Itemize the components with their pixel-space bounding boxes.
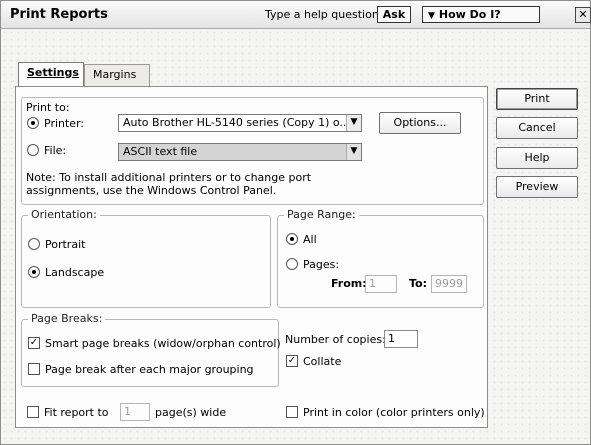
printer-radio[interactable] bbox=[27, 117, 39, 129]
tab-settings[interactable]: Settings bbox=[18, 62, 84, 86]
all-pages-radio[interactable] bbox=[286, 233, 298, 245]
help-question-label: Type a help question bbox=[265, 8, 379, 21]
to-page-input[interactable]: 9999 bbox=[431, 275, 467, 293]
major-grouping-break-checkbox[interactable] bbox=[28, 363, 40, 375]
landscape-radio[interactable] bbox=[28, 266, 40, 278]
to-label: To: bbox=[409, 277, 427, 290]
smart-page-breaks-label: Smart page breaks (widow/orphan control) bbox=[45, 337, 281, 350]
print-to-group: Print to: Printer: Auto Brother HL-5140 … bbox=[21, 97, 484, 205]
window-title: Print Reports bbox=[10, 7, 108, 22]
page-breaks-label: Page Breaks: bbox=[28, 312, 106, 325]
triangle-down-icon: ▼ bbox=[428, 11, 435, 21]
options-button[interactable]: Options... bbox=[379, 112, 461, 134]
checkmark-icon: ✓ bbox=[29, 337, 39, 348]
collate-label: Collate bbox=[303, 355, 342, 368]
ask-button[interactable]: Ask bbox=[377, 6, 411, 23]
tab-margins-label: Margins bbox=[93, 68, 137, 81]
pages-label: Pages: bbox=[303, 258, 340, 271]
checkmark-icon: ✓ bbox=[287, 355, 297, 366]
chevron-down-icon: ▼ bbox=[346, 115, 361, 131]
chevron-down-icon: ▼ bbox=[346, 144, 361, 160]
from-page-input[interactable]: 1 bbox=[365, 275, 397, 293]
preview-button[interactable]: Preview bbox=[496, 176, 578, 198]
printer-label: Printer: bbox=[44, 117, 85, 130]
how-do-i-label: How Do I? bbox=[438, 8, 501, 21]
pages-radio[interactable] bbox=[286, 258, 298, 270]
file-type-value: ASCII text file bbox=[123, 145, 198, 158]
fit-report-checkbox[interactable] bbox=[27, 406, 39, 418]
page-breaks-group: Page Breaks: ✓ Smart page breaks (widow/… bbox=[21, 312, 281, 387]
landscape-label: Landscape bbox=[45, 266, 105, 279]
title-bar: Print Reports Type a help question Ask ▼… bbox=[1, 1, 591, 29]
tab-settings-label: Settings bbox=[27, 66, 79, 79]
file-type-dropdown[interactable]: ASCII text file ▼ bbox=[118, 143, 362, 161]
how-do-i-button[interactable]: ▼ How Do I? bbox=[422, 6, 540, 23]
print-in-color-checkbox[interactable] bbox=[286, 406, 298, 418]
orientation-group: Orientation: Portrait Landscape bbox=[21, 208, 271, 308]
cancel-button[interactable]: Cancel bbox=[496, 117, 578, 139]
close-icon[interactable]: ✕ bbox=[575, 7, 591, 23]
pages-wide-label: page(s) wide bbox=[155, 406, 227, 419]
smart-page-breaks-checkbox[interactable]: ✓ bbox=[28, 337, 40, 349]
install-note: Note: To install additional printers or … bbox=[26, 171, 312, 197]
major-grouping-break-label: Page break after each major grouping bbox=[45, 363, 254, 376]
print-reports-window: Print Reports Type a help question Ask ▼… bbox=[0, 0, 591, 445]
page-range-group: Page Range: All Pages: From: 1 To: 9999 bbox=[277, 208, 484, 308]
all-pages-label: All bbox=[303, 233, 317, 246]
print-to-label: Print to: bbox=[26, 101, 70, 114]
print-in-color-label: Print in color (color printers only) bbox=[303, 406, 485, 419]
printer-value: Auto Brother HL-5140 series (Copy 1) o..… bbox=[123, 116, 350, 129]
fit-pages-input[interactable]: 1 bbox=[120, 403, 150, 421]
printer-dropdown[interactable]: Auto Brother HL-5140 series (Copy 1) o..… bbox=[118, 114, 362, 132]
tab-margins[interactable]: Margins bbox=[84, 64, 150, 86]
print-button[interactable]: Print bbox=[496, 88, 578, 110]
file-label: File: bbox=[44, 144, 67, 157]
from-label: From: bbox=[331, 277, 367, 290]
settings-panel: Print to: Printer: Auto Brother HL-5140 … bbox=[15, 86, 488, 428]
portrait-label: Portrait bbox=[45, 238, 86, 251]
file-radio[interactable] bbox=[27, 144, 39, 156]
orientation-label: Orientation: bbox=[28, 208, 100, 221]
copies-input[interactable]: 1 bbox=[384, 330, 418, 348]
portrait-radio[interactable] bbox=[28, 238, 40, 250]
copies-label: Number of copies: bbox=[285, 333, 386, 346]
collate-checkbox[interactable]: ✓ bbox=[286, 355, 298, 367]
page-range-label: Page Range: bbox=[284, 208, 359, 221]
fit-report-label: Fit report to bbox=[44, 406, 109, 419]
help-button[interactable]: Help bbox=[496, 147, 578, 169]
